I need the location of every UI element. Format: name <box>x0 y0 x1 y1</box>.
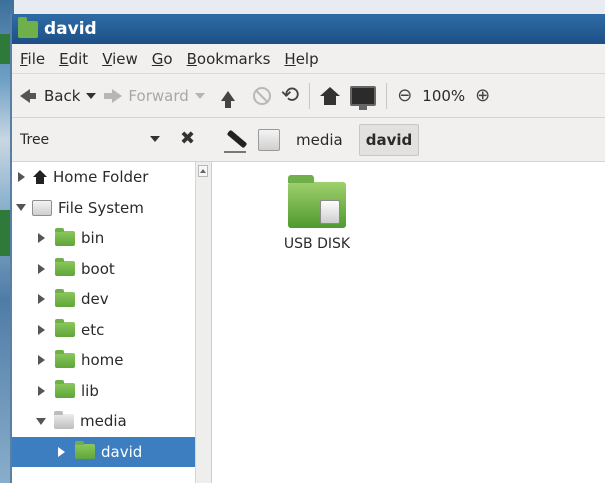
location-row: Tree ✖ media david <box>12 118 605 162</box>
tree-item-label: etc <box>81 320 105 339</box>
back-arrow-icon <box>20 88 36 103</box>
scroll-up-icon[interactable] <box>198 165 208 177</box>
forward-button[interactable]: Forward <box>104 86 205 105</box>
tree-item-home[interactable]: home <box>12 345 211 376</box>
tree-item-label: dev <box>81 290 109 309</box>
sidebar-scrollbar[interactable] <box>195 162 211 483</box>
expand-arrow-icon[interactable] <box>38 294 45 305</box>
toolbar-separator <box>386 82 388 109</box>
collapse-arrow-icon[interactable] <box>16 204 26 212</box>
collapse-arrow-icon[interactable] <box>36 417 46 425</box>
folder-icon <box>75 441 95 460</box>
menu-bookmarks[interactable]: Bookmarks <box>187 50 271 68</box>
expand-arrow-icon[interactable] <box>38 385 45 396</box>
usb-disk-folder-icon <box>288 175 346 228</box>
zoom-level: 100% <box>422 86 466 105</box>
tree-item-etc[interactable]: etc <box>12 315 211 346</box>
expand-arrow-icon[interactable] <box>38 233 45 244</box>
edit-location-icon[interactable] <box>222 127 248 153</box>
close-icon[interactable]: ✖ <box>180 128 195 149</box>
up-arrow-icon[interactable] <box>220 90 235 108</box>
expand-arrow-icon[interactable] <box>38 324 45 335</box>
folder-icon <box>55 258 75 277</box>
stop-icon[interactable] <box>252 86 271 105</box>
menu-file[interactable]: File <box>20 50 45 68</box>
menu-view[interactable]: View <box>102 50 138 68</box>
back-history-caret-icon[interactable] <box>86 92 97 99</box>
expand-arrow-icon[interactable] <box>38 355 45 366</box>
back-label: Back <box>44 86 81 105</box>
toolbar: Back Forward ⟲ ⊖ 100% ⊕ <box>12 74 605 118</box>
tree-item-lib[interactable]: lib <box>12 376 211 407</box>
expand-arrow-icon[interactable] <box>18 172 25 183</box>
computer-icon[interactable] <box>350 85 377 110</box>
menu-bar: File Edit View Go Bookmarks Help <box>12 44 605 74</box>
location-bar: media david <box>212 118 605 161</box>
window-title: david <box>44 19 97 39</box>
menu-help[interactable]: Help <box>284 50 318 68</box>
drive-icon[interactable] <box>258 128 280 151</box>
tree-item-david[interactable]: david <box>12 436 195 467</box>
main-area: Home Folder File System bin boot dev etc… <box>12 162 605 483</box>
forward-label: Forward <box>128 86 189 105</box>
filesystem-icon <box>32 199 52 216</box>
side-pane-header: Tree ✖ <box>12 118 212 161</box>
home-icon[interactable] <box>320 86 341 105</box>
tree-sidebar: Home Folder File System bin boot dev etc… <box>12 162 212 483</box>
expand-arrow-icon[interactable] <box>58 446 65 457</box>
tree-item-label: File System <box>58 198 144 217</box>
file-item-label: USB DISK <box>283 236 351 252</box>
toolbar-separator <box>309 82 311 109</box>
folder-icon <box>55 319 75 338</box>
title-bar[interactable]: david <box>12 14 605 44</box>
home-icon <box>33 170 47 185</box>
breadcrumb-david[interactable]: david <box>358 123 420 156</box>
tree-item-label: bin <box>81 229 105 248</box>
zoom-out-icon[interactable]: ⊖ <box>397 85 412 106</box>
menu-edit[interactable]: Edit <box>59 50 88 68</box>
tree-item-label: boot <box>81 259 115 278</box>
forward-arrow-icon <box>104 88 123 103</box>
breadcrumb-media[interactable]: media <box>290 125 349 155</box>
forward-history-caret-icon[interactable] <box>194 92 205 99</box>
tree-item-dev[interactable]: dev <box>12 284 211 315</box>
tree-item-label: lib <box>81 381 99 400</box>
tree-item-label: home <box>81 351 124 370</box>
tree-item-boot[interactable]: boot <box>12 254 211 285</box>
reload-icon[interactable]: ⟲ <box>281 84 299 107</box>
tree-item-label: Home Folder <box>53 168 149 187</box>
folder-icon <box>55 349 75 368</box>
side-pane-mode[interactable]: Tree <box>20 132 49 148</box>
file-item-usb-disk[interactable]: USB DISK <box>272 175 362 252</box>
disk-emblem-icon <box>320 200 340 224</box>
side-pane-mode-caret-icon[interactable] <box>150 136 160 142</box>
file-view[interactable]: USB DISK <box>212 162 605 483</box>
folder-icon <box>18 16 38 38</box>
tree-item-bin[interactable]: bin <box>12 223 211 254</box>
folder-icon <box>55 288 75 307</box>
zoom-in-icon[interactable]: ⊕ <box>475 85 490 106</box>
folder-open-icon <box>54 410 74 429</box>
tree-item-label: media <box>80 412 127 431</box>
file-manager-window: david File Edit View Go Bookmarks Help B… <box>10 14 605 483</box>
tree-item-home-folder[interactable]: Home Folder <box>12 162 211 193</box>
tree-item-file-system[interactable]: File System <box>12 193 211 224</box>
tree-item-media[interactable]: media <box>12 406 211 437</box>
folder-icon <box>55 380 75 399</box>
tree-item-label: david <box>101 442 143 461</box>
expand-arrow-icon[interactable] <box>38 263 45 274</box>
menu-go[interactable]: Go <box>152 50 173 68</box>
back-button[interactable]: Back <box>20 86 97 105</box>
folder-icon <box>55 227 75 246</box>
